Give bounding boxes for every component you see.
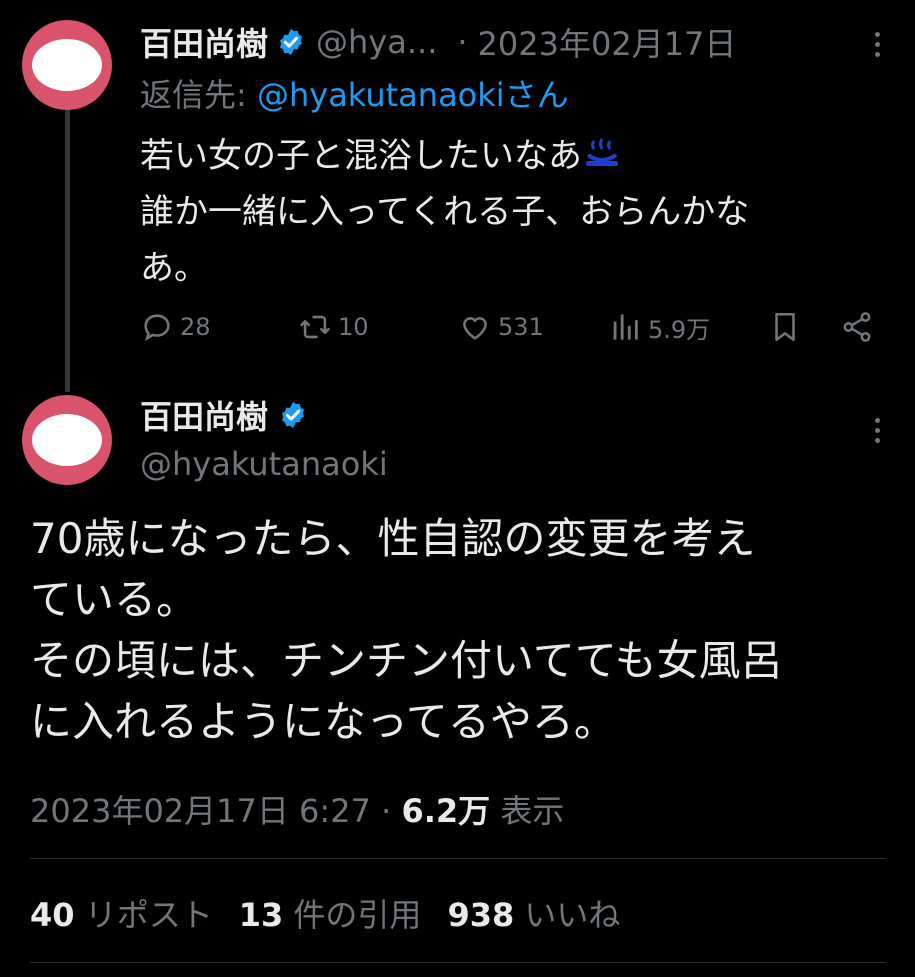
likes-stat[interactable]: 938 いいね: [447, 896, 646, 934]
tweet-date[interactable]: 2023年02月17日: [478, 19, 737, 65]
more-icon[interactable]: [872, 418, 882, 443]
likes-count: 938: [447, 896, 515, 934]
views-label: 表示: [500, 792, 565, 830]
reply-tweet-text: 若い女の子と混浴したいなあ 誰か一緒に入ってくれる子、おらんかな あ。: [140, 128, 880, 296]
like-count: 531: [498, 313, 544, 341]
author-name[interactable]: 百田尚樹: [140, 392, 268, 438]
divider: [30, 858, 885, 859]
separator-dot: ·: [381, 792, 392, 830]
views-icon: [613, 314, 638, 340]
tweet-text-line: その頃には、チンチン付いてても女風呂: [30, 636, 783, 685]
tweet-text-line: ている。: [30, 575, 199, 624]
reply-text-line: 若い女の子と混浴したいなあ: [140, 136, 582, 176]
views-button[interactable]: 5.9万: [608, 305, 710, 349]
like-icon: [463, 317, 487, 340]
quotes-count: 13: [238, 896, 284, 934]
reply-button[interactable]: 28: [140, 305, 211, 349]
bookmark-button[interactable]: [768, 305, 802, 349]
separator-dot: ·: [457, 23, 468, 61]
retweet-button[interactable]: 10: [298, 305, 369, 349]
retweet-icon: [300, 315, 330, 339]
author-handle[interactable]: @hya...: [316, 23, 437, 61]
views-count: 5.9万: [648, 315, 711, 344]
share-button[interactable]: [840, 305, 874, 349]
author-handle[interactable]: @hyakutanaoki: [140, 445, 388, 483]
verified-badge-icon: [282, 401, 305, 429]
bookmark-icon: [775, 312, 795, 342]
divider: [30, 962, 885, 963]
retweet-count: 10: [338, 313, 369, 341]
likes-label: いいね: [524, 896, 621, 934]
hot-spring-emoji-icon: [586, 138, 618, 166]
tweet-text-line: に入れるようになってるやろ。: [30, 697, 616, 746]
main-tweet-text: 70歳になったら、性自認の変更を考え ている。 その頃には、チンチン付いてても女…: [30, 508, 890, 752]
quotes-label: 件の引用: [293, 896, 422, 934]
tweet-meta: 2023年02月17日 6:27 · 6.2万 表示: [30, 786, 564, 832]
verified-badge-icon: [280, 28, 303, 56]
reply-count: 28: [180, 313, 211, 341]
share-icon: [843, 312, 871, 342]
reply-icon: [144, 314, 170, 342]
quotes-stat[interactable]: 13 件の引用: [239, 896, 448, 934]
reposts-count: 40: [30, 896, 75, 934]
reply-tweet-header: 百田尚樹 @hya... · 2023年02月17日: [140, 20, 736, 64]
reposts-label: リポスト: [84, 896, 213, 934]
avatar[interactable]: [22, 20, 112, 110]
reply-suffix: さん: [504, 76, 569, 114]
more-icon[interactable]: [872, 32, 882, 57]
engagement-stats: 40 リポスト 13 件の引用 938 いいね: [30, 890, 646, 936]
reply-prefix: 返信先:: [140, 76, 247, 114]
main-tweet-header: 百田尚樹 @hyakutanaoki: [140, 393, 388, 483]
reply-handle-link[interactable]: @hyakutanaoki: [257, 76, 505, 114]
reposts-stat[interactable]: 40 リポスト: [30, 896, 239, 934]
thread-line: [65, 108, 70, 392]
replying-to: 返信先: @hyakutanaokiさん: [140, 70, 569, 116]
avatar[interactable]: [22, 395, 112, 485]
views-count: 6.2万: [401, 792, 491, 830]
tweet-text-line: 70歳になったら、性自認の変更を考え: [30, 514, 756, 563]
reply-text-line: あ。: [140, 248, 208, 288]
tweet-timestamp[interactable]: 2023年02月17日 6:27: [30, 792, 371, 830]
author-name[interactable]: 百田尚樹: [140, 19, 268, 65]
like-button[interactable]: 531: [458, 305, 544, 349]
reply-tweet-actions: 28 10 531 5.9万: [140, 305, 880, 349]
reply-text-line: 誰か一緒に入ってくれる子、おらんかな: [140, 192, 750, 232]
